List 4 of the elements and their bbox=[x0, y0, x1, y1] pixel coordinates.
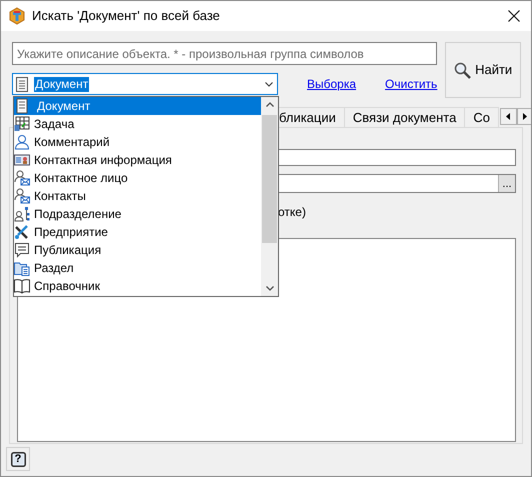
option-label: отке) bbox=[278, 204, 307, 221]
help-mark: ? bbox=[14, 452, 22, 467]
window-title: Искать 'Документ' по всей базе bbox=[32, 7, 220, 26]
combo-value: Документ bbox=[34, 76, 90, 92]
